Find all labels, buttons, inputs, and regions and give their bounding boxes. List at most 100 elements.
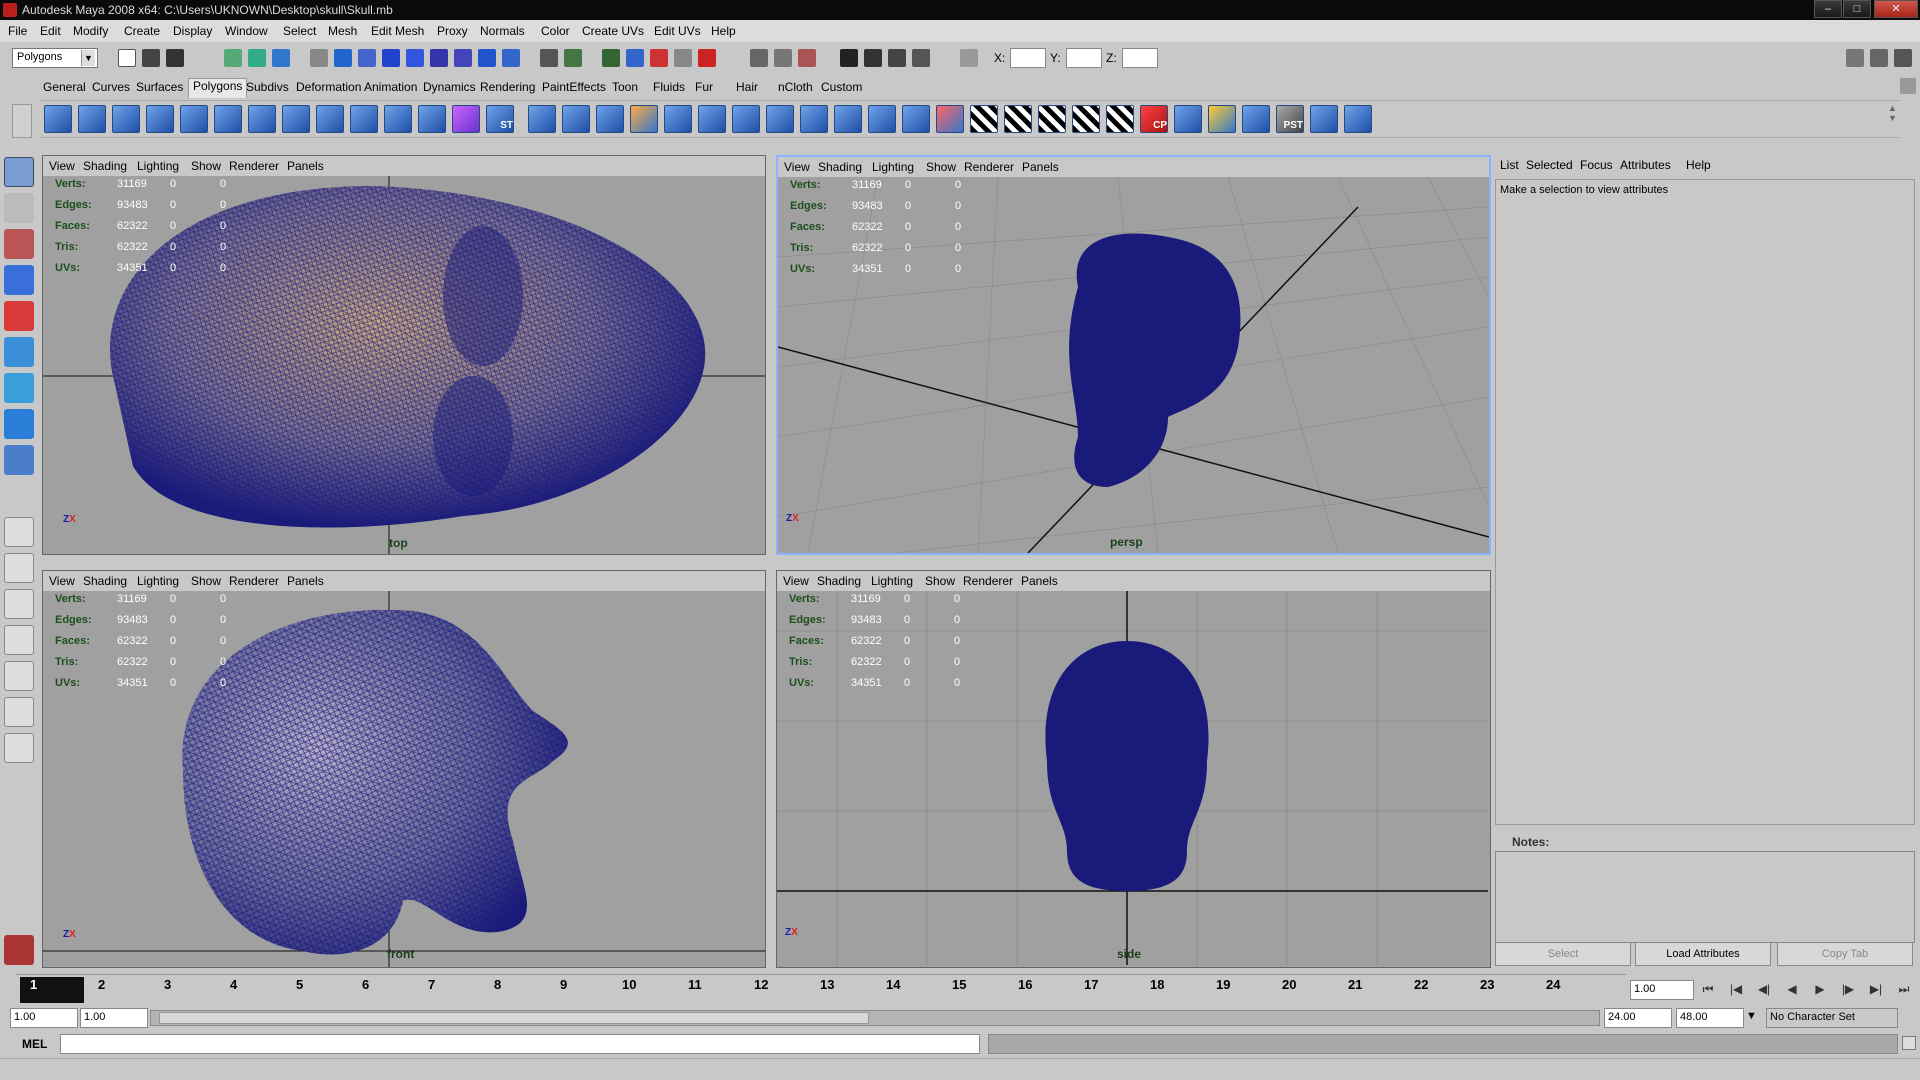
vp-menu-shading[interactable]: Shading xyxy=(817,574,861,588)
sculpt-geometry-icon[interactable] xyxy=(936,105,964,133)
render-globals-icon[interactable] xyxy=(912,49,930,67)
save-scene-icon[interactable] xyxy=(166,49,184,67)
select-tool-icon[interactable] xyxy=(4,157,34,187)
time-slider[interactable]: 1 2 3 4 5 6 7 8 9 10 11 12 13 14 15 16 1… xyxy=(16,974,1626,1004)
vp-menu-show[interactable]: Show xyxy=(191,159,221,173)
copy-tab-button[interactable]: Copy Tab xyxy=(1777,942,1913,966)
close-button[interactable]: ✕ xyxy=(1874,0,1918,18)
vp-menu-panels[interactable]: Panels xyxy=(1022,160,1059,174)
construction-history-icon[interactable] xyxy=(798,49,816,67)
tab-rendering[interactable]: Rendering xyxy=(480,80,535,94)
tab-toon[interactable]: Toon xyxy=(612,80,638,94)
ipr-render-icon[interactable] xyxy=(888,49,906,67)
tab-custom[interactable]: Custom xyxy=(821,80,862,94)
planar-mapping-icon[interactable] xyxy=(1004,105,1032,133)
cylindrical-mapping-icon[interactable] xyxy=(1038,105,1066,133)
move-tool-icon[interactable] xyxy=(4,265,34,295)
viewport-top[interactable]: View Shading Lighting Show Renderer Pane… xyxy=(42,155,766,555)
transfer-attributes-icon[interactable] xyxy=(1242,105,1270,133)
persp-outliner-layout-icon[interactable] xyxy=(4,589,34,619)
tab-ncloth[interactable]: nCloth xyxy=(778,80,813,94)
select-hierarchy-icon[interactable] xyxy=(224,49,242,67)
menu-window[interactable]: Window xyxy=(225,24,268,38)
show-tool-settings-icon[interactable] xyxy=(1870,49,1888,67)
maya-logo-icon[interactable] xyxy=(4,935,34,965)
poly-plane-icon[interactable] xyxy=(180,105,208,133)
menu-normals[interactable]: Normals xyxy=(480,24,525,38)
poly-cube-icon[interactable] xyxy=(78,105,106,133)
shelf-menu-icon[interactable] xyxy=(12,104,32,138)
vp-menu-show[interactable]: Show xyxy=(926,160,956,174)
minimize-button[interactable]: – xyxy=(1814,0,1842,18)
vp-menu-lighting[interactable]: Lighting xyxy=(137,159,179,173)
transform-mode-icon[interactable] xyxy=(960,49,978,67)
viewport-persp[interactable]: View Shading Lighting Show Renderer Pane… xyxy=(776,155,1491,555)
vp-menu-view[interactable]: View xyxy=(783,574,809,588)
character-set-selector[interactable]: No Character Set xyxy=(1766,1008,1898,1028)
x-field[interactable] xyxy=(1010,48,1046,68)
menu-display[interactable]: Display xyxy=(173,24,212,38)
skull-mesh-front[interactable] xyxy=(182,609,568,955)
snap-to-point-icon[interactable] xyxy=(650,49,668,67)
offset-edge-loop-icon[interactable] xyxy=(698,105,726,133)
vp-menu-shading[interactable]: Shading xyxy=(83,159,127,173)
skull-mesh-side[interactable] xyxy=(1045,641,1209,891)
color-per-vertex-icon[interactable]: CP xyxy=(1140,105,1168,133)
menu-create-uvs[interactable]: Create UVs xyxy=(582,24,644,38)
combine-icon[interactable] xyxy=(350,105,378,133)
select-button[interactable]: Select xyxy=(1495,942,1631,966)
triangulate-icon[interactable] xyxy=(902,105,930,133)
tab-hair[interactable]: Hair xyxy=(736,80,758,94)
show-attribute-editor-icon[interactable] xyxy=(1846,49,1864,67)
mask-menu-icon[interactable] xyxy=(310,49,328,67)
ae-menu-list[interactable]: List xyxy=(1500,158,1519,172)
menu-set-selector[interactable]: Polygons ▼ xyxy=(12,48,98,68)
select-by-surface-icon[interactable] xyxy=(406,49,424,67)
poly-pipe-icon[interactable] xyxy=(282,105,310,133)
chevron-down-icon[interactable]: ▼ xyxy=(81,50,95,66)
menu-edit[interactable]: Edit xyxy=(40,24,61,38)
tab-fur[interactable]: Fur xyxy=(695,80,713,94)
cleanup-icon[interactable] xyxy=(1344,105,1372,133)
maya-app-icon[interactable] xyxy=(3,3,17,17)
checker-uv-icon[interactable] xyxy=(970,105,998,133)
bevel-icon[interactable] xyxy=(766,105,794,133)
trash-icon[interactable] xyxy=(1900,78,1916,94)
separate-icon[interactable] xyxy=(384,105,412,133)
render-current-frame-icon[interactable] xyxy=(864,49,882,67)
boolean-icon[interactable] xyxy=(418,105,446,133)
maximize-button[interactable]: □ xyxy=(1843,0,1871,18)
viewport-canvas[interactable] xyxy=(43,591,766,968)
vp-menu-view[interactable]: View xyxy=(49,159,75,173)
poly-cone-icon[interactable] xyxy=(146,105,174,133)
y-field[interactable] xyxy=(1066,48,1102,68)
tab-subdivs[interactable]: Subdivs xyxy=(246,80,289,94)
viewport-canvas[interactable] xyxy=(43,176,766,555)
open-scene-icon[interactable] xyxy=(142,49,160,67)
snap-to-grid-icon[interactable] xyxy=(602,49,620,67)
notes-field[interactable] xyxy=(1495,851,1915,943)
tab-surfaces[interactable]: Surfaces xyxy=(136,80,183,94)
automatic-mapping-icon[interactable] xyxy=(1106,105,1134,133)
poly-prism-icon[interactable] xyxy=(248,105,276,133)
play-forwards-icon[interactable]: ▶ xyxy=(1810,982,1830,1000)
chamfer-icon[interactable] xyxy=(800,105,828,133)
animation-end-field[interactable]: 48.00 xyxy=(1676,1008,1744,1028)
paint-vertex-color-icon[interactable] xyxy=(1174,105,1202,133)
vp-menu-renderer[interactable]: Renderer xyxy=(229,159,279,173)
menu-edit-mesh[interactable]: Edit Mesh xyxy=(371,24,424,38)
vp-menu-shading[interactable]: Shading xyxy=(818,160,862,174)
step-back-frame-icon[interactable]: ◀| xyxy=(1754,982,1774,1000)
render-view-icon[interactable] xyxy=(840,49,858,67)
smooth-icon[interactable] xyxy=(452,105,480,133)
paint-selection-tool-icon[interactable]: PST xyxy=(1276,105,1304,133)
outliner-persp-graph-layout-icon[interactable] xyxy=(4,697,34,727)
select-by-deformation-icon[interactable] xyxy=(430,49,448,67)
snap-to-curve-icon[interactable] xyxy=(626,49,644,67)
step-back-key-icon[interactable]: |◀ xyxy=(1726,982,1746,1000)
vp-menu-view[interactable]: View xyxy=(49,574,75,588)
load-attributes-button[interactable]: Load Attributes xyxy=(1635,942,1771,966)
script-editor-icon[interactable] xyxy=(1902,1036,1916,1050)
single-perspective-view-icon[interactable] xyxy=(4,517,34,547)
menu-file[interactable]: File xyxy=(8,24,27,38)
